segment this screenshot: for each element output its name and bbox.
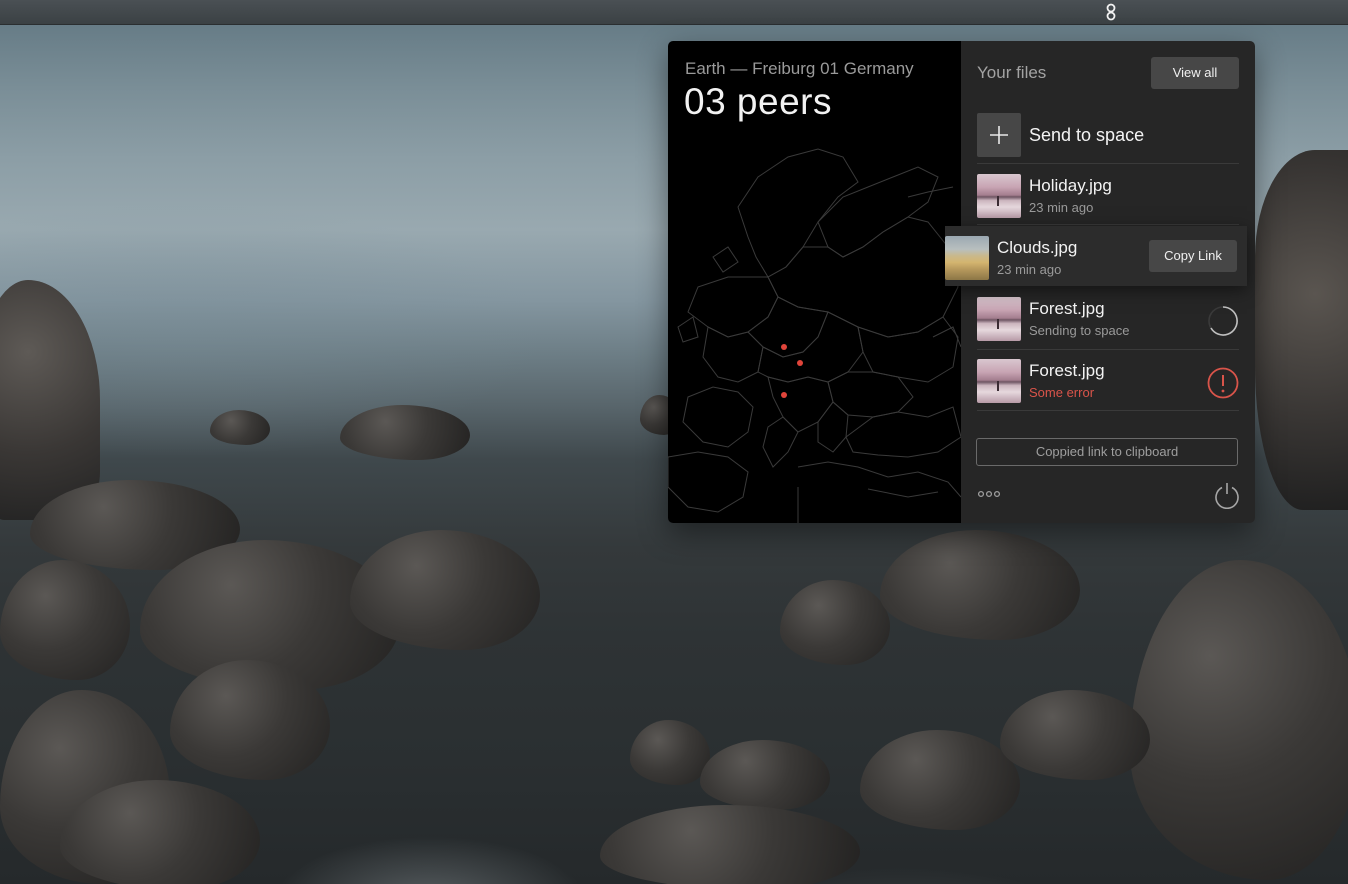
copy-link-button[interactable]: Copy Link (1149, 240, 1237, 272)
view-all-button[interactable]: View all (1151, 57, 1239, 89)
peer-dot (781, 392, 787, 398)
file-thumbnail (977, 297, 1021, 341)
peer-count: 03 peers (684, 81, 832, 122)
plus-icon (990, 126, 1008, 144)
file-thumbnail (977, 359, 1021, 403)
file-status: Sending to space (1029, 323, 1130, 338)
file-name: Forest.jpg (1029, 299, 1105, 318)
file-name: Forest.jpg (1029, 361, 1105, 380)
file-name: Holiday.jpg (1029, 176, 1112, 195)
wallpaper-rock (700, 740, 830, 810)
files-title: Your files (977, 63, 1047, 82)
add-file-button[interactable] (977, 113, 1021, 157)
file-row[interactable]: Forest.jpg Some error (977, 349, 1239, 411)
menu-bar (0, 0, 1348, 25)
wallpaper-rock (210, 410, 270, 445)
wallpaper-rock (340, 405, 470, 460)
clipboard-toast: Coppied link to clipboard (976, 438, 1238, 466)
file-name: Clouds.jpg (997, 238, 1078, 257)
app-tray-icon[interactable] (1104, 2, 1118, 22)
location-label: Earth — Freiburg 01 Germany (685, 59, 914, 78)
peer-dot (781, 344, 787, 350)
spinner-icon (1208, 306, 1238, 336)
file-row[interactable]: Forest.jpg Sending to space (977, 287, 1239, 350)
file-time: 23 min ago (1029, 200, 1094, 215)
peer-map-pane: Earth — Freiburg 01 Germany 03 peers (668, 41, 961, 523)
wallpaper-rock (630, 720, 710, 785)
send-to-space-row[interactable]: Send to space (977, 113, 1239, 164)
alert-circle-icon[interactable] (1206, 366, 1240, 400)
wallpaper-rock (0, 280, 100, 520)
file-error-text: Some error (1029, 385, 1095, 400)
file-row[interactable]: Holiday.jpg 23 min ago (977, 164, 1239, 225)
more-dots-icon[interactable] (977, 487, 1003, 501)
file-time: 23 min ago (997, 262, 1062, 277)
europe-map (668, 148, 961, 523)
peer-dot (797, 360, 803, 366)
file-thumbnail (977, 174, 1021, 218)
send-to-space-label: Send to space (1029, 125, 1145, 145)
wallpaper-rock (1255, 150, 1348, 510)
power-icon[interactable] (1213, 481, 1241, 509)
file-thumbnail (945, 236, 989, 280)
file-row-hovered[interactable]: Clouds.jpg 23 min ago Copy Link (945, 226, 1247, 286)
